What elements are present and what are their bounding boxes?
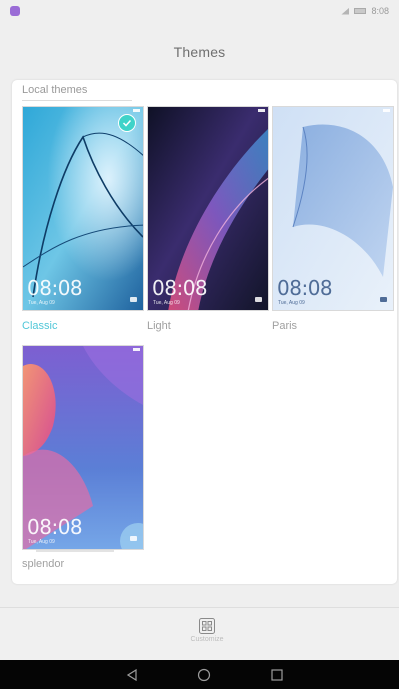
theme-card-light[interactable]: 08:08 Tue, Aug 09 (147, 106, 269, 311)
recents-icon (271, 669, 283, 681)
customize-grid-icon (199, 618, 215, 634)
signal-icon (341, 7, 350, 15)
system-nav-bar (0, 660, 399, 689)
home-button[interactable] (196, 667, 212, 683)
theme-label-classic[interactable]: Classic (22, 320, 57, 332)
title-bar: Themes (0, 30, 399, 74)
theme-time: 08:08 (27, 276, 83, 300)
camera-icon (130, 297, 137, 302)
theme-card-splendor[interactable]: 08:08 Tue, Aug 09 (22, 345, 144, 550)
home-icon (197, 668, 211, 682)
theme-date: Tue, Aug 09 (28, 539, 55, 545)
scroll-indicator (36, 550, 114, 552)
page-title: Themes (173, 44, 226, 60)
back-button[interactable] (124, 667, 140, 683)
camera-icon (255, 297, 262, 302)
tab-customize-label: Customize (190, 636, 224, 643)
preview-status-icon (258, 109, 265, 112)
camera-icon (380, 297, 387, 302)
theme-card-classic[interactable]: 08:08 Tue, Aug 09 (22, 106, 144, 311)
recents-button[interactable] (269, 667, 285, 683)
section-divider (22, 100, 132, 101)
tab-customize[interactable]: Customize (178, 618, 236, 658)
theme-label-paris[interactable]: Paris (272, 320, 297, 332)
themes-panel: Local themes 08:08 Tue, Aug 09 Classic 0… (12, 80, 397, 584)
theme-date: Tue, Aug 09 (28, 300, 55, 306)
camera-icon (130, 536, 137, 541)
status-bar: 8:08 (0, 0, 399, 30)
theme-card-paris[interactable]: 08:08 Tue, Aug 09 (272, 106, 394, 311)
theme-time: 08:08 (152, 276, 208, 300)
status-time: 8:08 (371, 6, 389, 16)
back-icon (126, 668, 137, 682)
theme-time: 08:08 (27, 515, 83, 539)
theme-label-light[interactable]: Light (147, 320, 171, 332)
battery-icon (354, 8, 367, 14)
status-icons: 8:08 (341, 6, 389, 16)
theme-app-icon (10, 6, 20, 16)
preview-status-icon (133, 109, 140, 112)
theme-date: Tue, Aug 09 (278, 300, 305, 306)
theme-label-splendor[interactable]: splendor (22, 558, 64, 570)
preview-status-icon (383, 109, 390, 112)
section-title: Local themes (22, 84, 88, 96)
preview-status-icon (133, 348, 140, 351)
bottom-tab-bar: Customize (0, 607, 399, 660)
selected-check-icon (118, 114, 136, 132)
theme-time: 08:08 (277, 276, 333, 300)
theme-date: Tue, Aug 09 (153, 300, 180, 306)
